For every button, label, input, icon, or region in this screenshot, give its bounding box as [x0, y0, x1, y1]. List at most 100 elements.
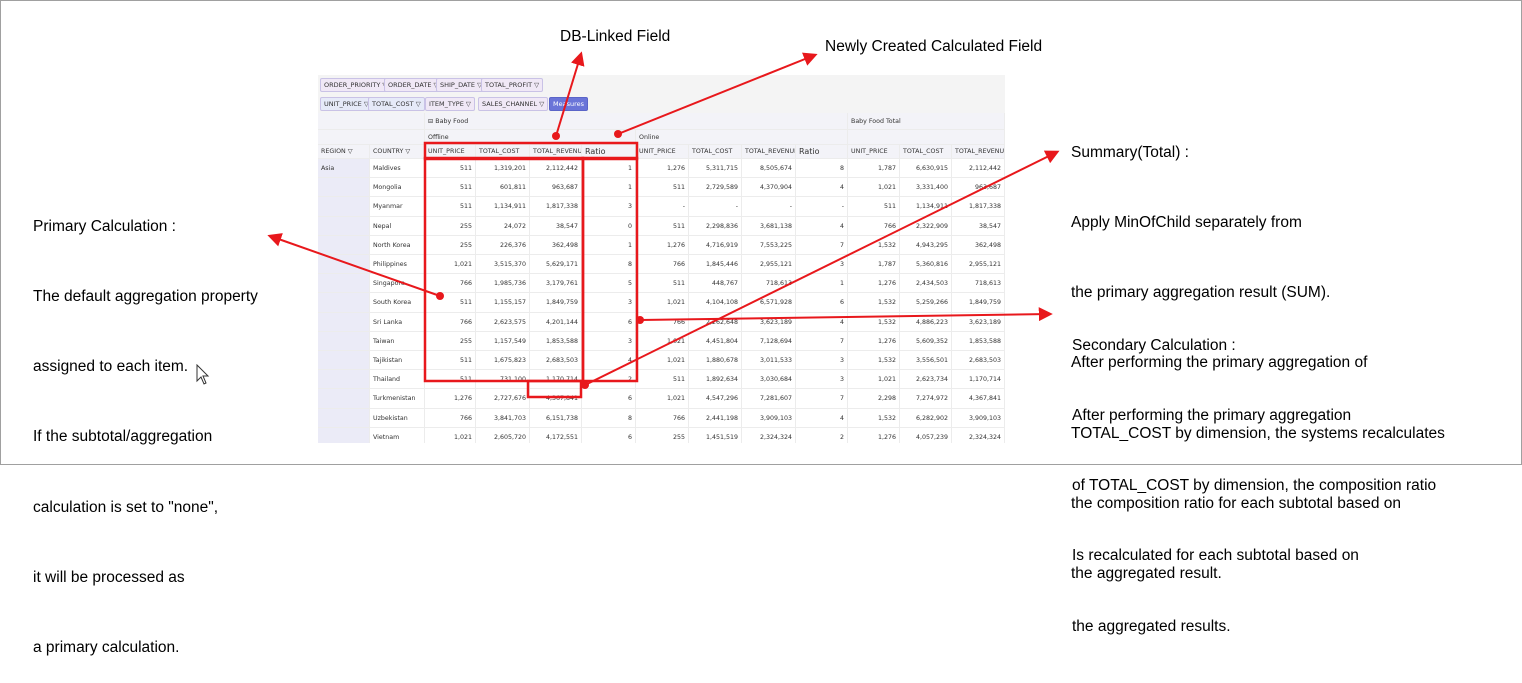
value-cell: 3: [582, 197, 636, 217]
value-cell: 2,112,442: [952, 159, 1005, 179]
value-cell: 1,817,338: [952, 197, 1005, 217]
value-cell: 3: [582, 293, 636, 313]
value-cell: 6: [796, 293, 848, 313]
column-chip[interactable]: ITEM_TYPE ▽: [425, 97, 475, 111]
value-cell: 255: [425, 216, 476, 236]
value-cell: 1,021: [425, 427, 476, 443]
row-chip[interactable]: TOTAL_COST ▽: [368, 97, 425, 111]
value-cell: 1,845,446: [689, 255, 742, 275]
region-cell: [318, 351, 370, 371]
value-cell: 3: [796, 351, 848, 371]
country-cell: Thailand: [370, 370, 425, 390]
channel-header-online: Online: [636, 130, 848, 145]
value-cell: 718,613: [742, 274, 796, 294]
value-cell: 8: [796, 159, 848, 179]
value-cell: 2,112,442: [530, 159, 582, 179]
region-cell: [318, 255, 370, 275]
row-chip[interactable]: UNIT_PRICE ▽: [320, 97, 373, 111]
value-cell: 1,021: [636, 389, 689, 409]
channel-header-spacer: [848, 130, 1005, 145]
value-cell: 1,170,714: [952, 370, 1005, 390]
region-cell: [318, 197, 370, 217]
value-cell: 4,370,904: [742, 178, 796, 198]
value-cell: 1,880,678: [689, 351, 742, 371]
value-cell: 511: [636, 274, 689, 294]
item-type-total-header: Baby Food Total: [848, 113, 1005, 130]
region-cell: [318, 389, 370, 409]
value-cell: 2,727,676: [476, 389, 530, 409]
note-line: it will be processed as: [33, 568, 185, 586]
item-type-header[interactable]: ⊟ Baby Food: [425, 113, 848, 130]
value-cell: 6,571,928: [742, 293, 796, 313]
value-cell: 1,021: [636, 351, 689, 371]
value-cell: 511: [636, 370, 689, 390]
country-cell: Sri Lanka: [370, 312, 425, 332]
column-chip[interactable]: Measures: [549, 97, 589, 111]
measure-header: UNIT_PRICE: [636, 145, 689, 159]
note-line: Apply MinOfChild separately from: [1071, 214, 1302, 232]
value-cell: 1,276: [848, 427, 900, 443]
note-line: If the subtotal/aggregation: [33, 428, 213, 446]
value-cell: 7: [796, 235, 848, 255]
value-cell: 2,955,121: [952, 255, 1005, 275]
value-cell: 963,687: [530, 178, 582, 198]
country-header[interactable]: COUNTRY ▽: [370, 145, 425, 159]
value-cell: 3,841,703: [476, 408, 530, 428]
secondary-calculation-note: Secondary Calculation : After performing…: [1072, 287, 1436, 662]
value-cell: 362,498: [530, 235, 582, 255]
value-cell: 2,729,589: [689, 178, 742, 198]
value-cell: 3,515,370: [476, 255, 530, 275]
note-line: of TOTAL_COST by dimension, the composit…: [1072, 477, 1437, 495]
value-cell: 1,532: [848, 235, 900, 255]
value-cell: 6: [582, 389, 636, 409]
value-cell: 1,134,911: [900, 197, 952, 217]
note-line: assigned to each item.: [33, 358, 189, 376]
value-cell: 766: [636, 312, 689, 332]
note-line: Summary(Total) :: [1071, 143, 1189, 161]
value-cell: 3: [796, 370, 848, 390]
value-cell: 1,817,338: [530, 197, 582, 217]
value-cell: 6,151,738: [530, 408, 582, 428]
value-cell: 4,057,239: [900, 427, 952, 443]
country-cell: Myanmar: [370, 197, 425, 217]
value-cell: 4,886,223: [900, 312, 952, 332]
country-cell: Vietnam: [370, 427, 425, 443]
value-cell: 3,623,189: [742, 312, 796, 332]
value-cell: 511: [636, 216, 689, 236]
measure-header: TOTAL_COST: [900, 145, 952, 159]
note-line: Secondary Calculation :: [1072, 336, 1236, 354]
value-cell: 2,298,836: [689, 216, 742, 236]
value-cell: 362,498: [952, 235, 1005, 255]
value-cell: 1,276: [425, 389, 476, 409]
value-cell: 5,311,715: [689, 159, 742, 179]
value-cell: 3,179,761: [530, 274, 582, 294]
value-cell: 3,331,400: [900, 178, 952, 198]
measure-header: TOTAL_REVENUE: [742, 145, 796, 159]
value-cell: 8: [582, 408, 636, 428]
filter-chip[interactable]: ORDER_DATE ▽: [384, 78, 443, 92]
value-cell: 2,298: [848, 389, 900, 409]
value-cell: 766: [425, 274, 476, 294]
filter-chip[interactable]: ORDER_PRIORITY ▽: [320, 78, 392, 92]
calculated-field-label: Newly Created Calculated Field: [825, 38, 1043, 55]
value-cell: 1,985,736: [476, 274, 530, 294]
value-cell: 731,100: [476, 370, 530, 390]
value-cell: 1,787: [848, 255, 900, 275]
value-cell: 2,623,575: [476, 312, 530, 332]
value-cell: 4: [796, 216, 848, 236]
value-cell: -: [742, 197, 796, 217]
region-header[interactable]: REGION ▽: [318, 145, 370, 159]
column-chip[interactable]: SALES_CHANNEL ▽: [478, 97, 549, 111]
value-cell: 1,787: [848, 159, 900, 179]
value-cell: 2,605,720: [476, 427, 530, 443]
value-cell: 1,532: [848, 408, 900, 428]
filter-chip[interactable]: SHIP_DATE ▽: [436, 78, 487, 92]
filter-chip[interactable]: TOTAL_PROFIT ▽: [481, 78, 544, 92]
value-cell: 2,683,503: [530, 351, 582, 371]
value-cell: 448,767: [689, 274, 742, 294]
value-cell: 226,376: [476, 235, 530, 255]
value-cell: 1,532: [848, 293, 900, 313]
value-cell: 4: [582, 351, 636, 371]
measure-header: TOTAL_REVENUE: [530, 145, 582, 159]
value-cell: 4: [796, 178, 848, 198]
